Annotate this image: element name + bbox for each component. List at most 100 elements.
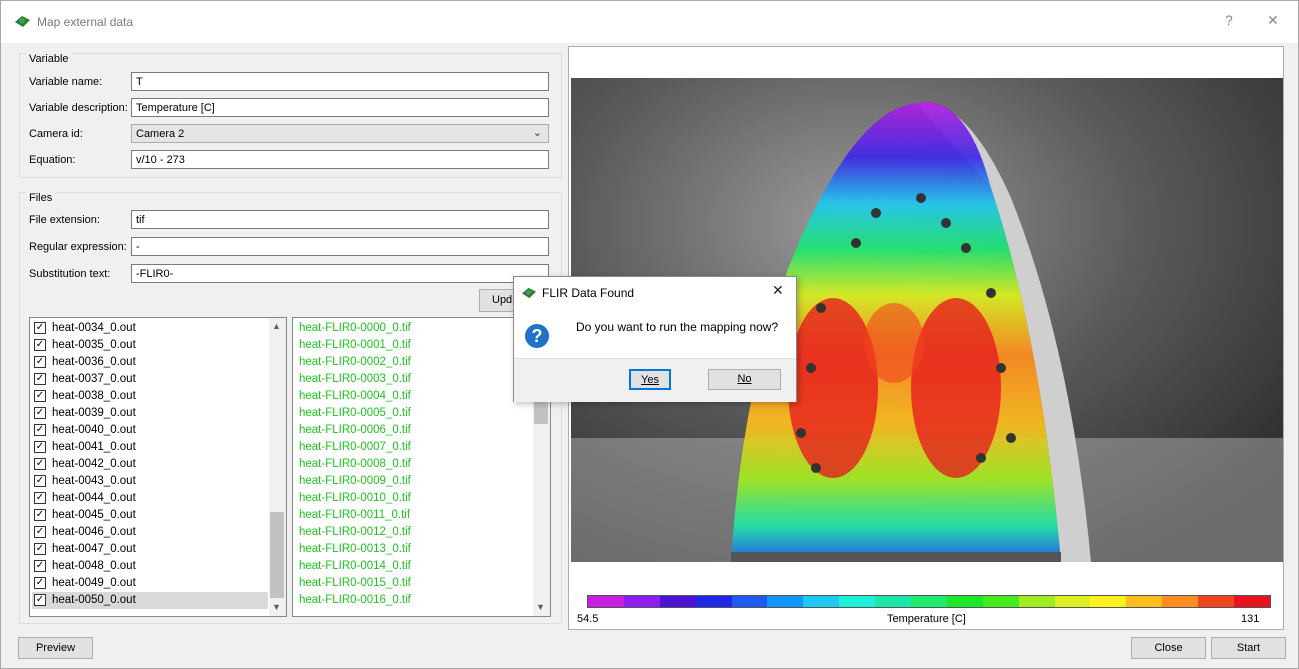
result-file-row[interactable]: ✓ heat-0046_0.out <box>32 524 268 541</box>
camera-id-value: Camera 2 <box>136 128 185 140</box>
data-file-row[interactable]: heat-FLIR0-0013_0.tif <box>299 541 411 558</box>
checkbox[interactable]: ✓ <box>34 390 46 402</box>
data-file-row[interactable]: heat-FLIR0-0012_0.tif <box>299 524 411 541</box>
yes-button[interactable]: Yes <box>629 369 671 390</box>
data-file-row[interactable]: heat-FLIR0-0016_0.tif <box>299 592 411 609</box>
checkbox[interactable]: ✓ <box>34 322 46 334</box>
result-file-row[interactable]: ✓ heat-0036_0.out <box>32 354 268 371</box>
window-close-button[interactable]: ✕ <box>1267 12 1279 29</box>
substitution-text-label: Substitution text: <box>29 268 111 280</box>
variable-description-input[interactable]: Temperature [C] <box>131 98 549 117</box>
checkbox[interactable]: ✓ <box>34 339 46 351</box>
data-file-row[interactable]: heat-FLIR0-0005_0.tif <box>299 405 411 422</box>
checkbox[interactable]: ✓ <box>34 560 46 572</box>
dialog-title: FLIR Data Found <box>542 286 635 300</box>
result-file-row[interactable]: ✓ heat-0035_0.out <box>32 337 268 354</box>
data-file-row[interactable]: heat-FLIR0-0000_0.tif <box>299 320 411 337</box>
colorbar-segment <box>1090 596 1127 607</box>
close-button[interactable]: Close <box>1131 637 1206 659</box>
window-title: Map external data <box>37 15 134 29</box>
colorbar-segment <box>839 596 876 607</box>
result-file-row[interactable]: ✓ heat-0045_0.out <box>32 507 268 524</box>
checkbox[interactable]: ✓ <box>34 441 46 453</box>
colorbar-segment <box>695 596 732 607</box>
data-file-row[interactable]: heat-FLIR0-0009_0.tif <box>299 473 411 490</box>
checkbox[interactable]: ✓ <box>34 543 46 555</box>
checkbox[interactable]: ✓ <box>34 407 46 419</box>
data-file-row[interactable]: heat-FLIR0-0002_0.tif <box>299 354 411 371</box>
scroll-up-icon[interactable]: ▲ <box>272 321 281 331</box>
title-bar: Map external data ? ✕ <box>1 1 1298 43</box>
app-logo-icon <box>522 287 536 299</box>
dialog-close-button[interactable]: ✕ <box>772 282 784 299</box>
result-file-row[interactable]: ✓ heat-0049_0.out <box>32 575 268 592</box>
no-button[interactable]: No <box>708 369 781 390</box>
result-file-name: heat-0043_0.out <box>52 475 136 487</box>
result-file-row[interactable]: ✓ heat-0047_0.out <box>32 541 268 558</box>
variable-name-input[interactable]: T <box>131 72 549 91</box>
result-file-name: heat-0042_0.out <box>52 458 136 470</box>
scroll-down-icon[interactable]: ▼ <box>272 602 281 612</box>
data-file-row[interactable]: heat-FLIR0-0008_0.tif <box>299 456 411 473</box>
result-files-scrollbar[interactable]: ▲ ▼ <box>269 318 286 616</box>
data-file-row[interactable]: heat-FLIR0-0011_0.tif <box>299 507 410 524</box>
result-file-row[interactable]: ✓ heat-0042_0.out <box>32 456 268 473</box>
result-file-row[interactable]: ✓ heat-0037_0.out <box>32 371 268 388</box>
colorbar-segment <box>767 596 804 607</box>
result-file-name: heat-0049_0.out <box>52 577 136 589</box>
scroll-down-icon[interactable]: ▼ <box>536 602 545 612</box>
colorbar-segment <box>875 596 912 607</box>
checkbox[interactable]: ✓ <box>34 526 46 538</box>
result-file-row[interactable]: ✓ heat-0041_0.out <box>32 439 268 456</box>
variable-name-label: Variable name: <box>29 76 103 88</box>
colorbar-segment <box>1126 596 1163 607</box>
colorbar-segment <box>946 596 983 607</box>
checkbox[interactable]: ✓ <box>34 492 46 504</box>
file-extension-input[interactable]: tif <box>131 210 549 229</box>
result-file-name: heat-0035_0.out <box>52 339 136 351</box>
colorbar-segment <box>659 596 696 607</box>
checkbox[interactable]: ✓ <box>34 577 46 589</box>
colorbar-segment <box>803 596 840 607</box>
equation-input[interactable]: v/10 - 273 <box>131 150 549 169</box>
data-file-row[interactable]: heat-FLIR0-0006_0.tif <box>299 422 411 439</box>
scroll-thumb[interactable] <box>270 512 284 598</box>
data-file-row[interactable]: heat-FLIR0-0007_0.tif <box>299 439 411 456</box>
result-file-row[interactable]: ✓ heat-0048_0.out <box>32 558 268 575</box>
app-logo-icon <box>15 16 30 27</box>
result-file-row[interactable]: ✓ heat-0043_0.out <box>32 473 268 490</box>
camera-id-select[interactable]: Camera 2 ⌄ <box>131 124 549 143</box>
colorbar-segment <box>911 596 947 607</box>
preview-button[interactable]: Preview <box>18 637 93 659</box>
result-file-name: heat-0047_0.out <box>52 543 136 555</box>
temperature-colorbar <box>587 595 1271 608</box>
regular-expression-label: Regular expression: <box>29 241 127 253</box>
result-files-list[interactable]: ✓ heat-0034_0.out ✓ heat-0035_0.out ✓ heat-00… <box>29 317 287 617</box>
checkbox[interactable]: ✓ <box>34 424 46 436</box>
data-file-row[interactable]: heat-FLIR0-0015_0.tif <box>299 575 411 592</box>
data-file-row[interactable]: heat-FLIR0-0010_0.tif <box>299 490 411 507</box>
data-file-row[interactable]: heat-FLIR0-0001_0.tif <box>299 337 411 354</box>
result-file-row[interactable]: ✓ heat-0044_0.out <box>32 490 268 507</box>
checkbox[interactable]: ✓ <box>34 356 46 368</box>
data-file-row[interactable]: heat-FLIR0-0014_0.tif <box>299 558 411 575</box>
result-file-row[interactable]: ✓ heat-0039_0.out <box>32 405 268 422</box>
data-file-row[interactable]: heat-FLIR0-0004_0.tif <box>299 388 411 405</box>
start-button[interactable]: Start <box>1211 637 1286 659</box>
result-file-row[interactable]: ✓ heat-0034_0.out <box>32 320 268 337</box>
colorbar-segment <box>623 596 660 607</box>
result-file-row[interactable]: ✓ heat-0050_0.out <box>32 592 268 609</box>
result-file-row[interactable]: ✓ heat-0040_0.out <box>32 422 268 439</box>
help-button[interactable]: ? <box>1225 12 1233 28</box>
result-file-row[interactable]: ✓ heat-0038_0.out <box>32 388 268 405</box>
checkbox[interactable]: ✓ <box>34 594 46 606</box>
checkbox[interactable]: ✓ <box>34 458 46 470</box>
file-extension-label: File extension: <box>29 214 100 226</box>
data-file-row[interactable]: heat-FLIR0-0003_0.tif <box>299 371 411 388</box>
checkbox[interactable]: ✓ <box>34 373 46 385</box>
result-file-name: heat-0038_0.out <box>52 390 136 402</box>
substitution-text-input[interactable]: -FLIR0- <box>131 264 549 283</box>
checkbox[interactable]: ✓ <box>34 475 46 487</box>
regular-expression-input[interactable]: - <box>131 237 549 256</box>
checkbox[interactable]: ✓ <box>34 509 46 521</box>
